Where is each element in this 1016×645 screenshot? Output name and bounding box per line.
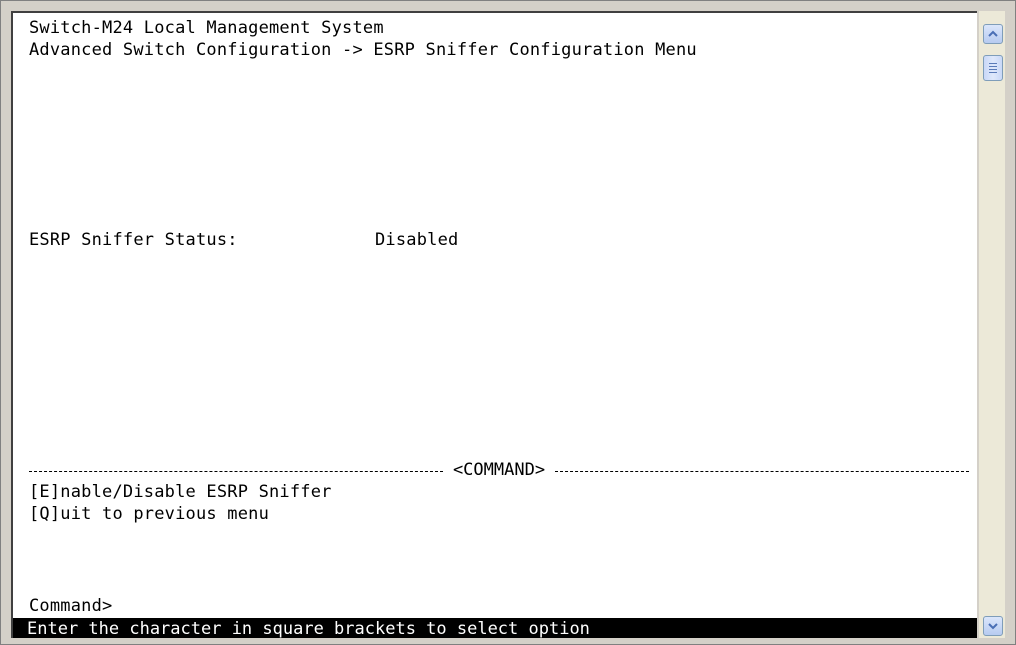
terminal-window: Switch-M24 Local Management System Advan…	[0, 0, 1016, 645]
chevron-up-icon	[988, 30, 998, 37]
scroll-down-button[interactable]	[983, 616, 1003, 636]
status-bar: Enter the character in square brackets t…	[13, 618, 977, 638]
esrp-sniffer-status-label: ESRP Sniffer Status:	[29, 230, 238, 250]
divider-right-dashes	[555, 470, 969, 472]
quit-option[interactable]: [Q]uit to previous menu	[29, 503, 269, 525]
chevron-down-icon	[988, 623, 998, 630]
command-prompt[interactable]: Command>	[29, 595, 112, 617]
enable-disable-option[interactable]: [E]nable/Disable ESRP Sniffer	[29, 481, 332, 503]
grip-icon	[989, 63, 997, 64]
grip-line	[989, 69, 997, 70]
grip-line	[989, 72, 997, 73]
menu-breadcrumb: Advanced Switch Configuration -> ESRP Sn…	[29, 40, 697, 60]
status-bar-text: Enter the character in square brackets t…	[27, 619, 590, 638]
esrp-sniffer-status-value: Disabled	[375, 230, 459, 250]
vertical-scrollbar[interactable]	[979, 11, 1005, 638]
scroll-thumb[interactable]	[983, 55, 1003, 81]
divider-left-dashes	[29, 470, 443, 472]
command-divider: <COMMAND>	[29, 459, 969, 481]
scroll-up-button[interactable]	[983, 24, 1003, 44]
command-section-label: <COMMAND>	[452, 460, 546, 480]
grip-line	[989, 66, 997, 67]
system-title: Switch-M24 Local Management System	[29, 18, 384, 38]
terminal-screen[interactable]: Switch-M24 Local Management System Advan…	[11, 11, 977, 638]
